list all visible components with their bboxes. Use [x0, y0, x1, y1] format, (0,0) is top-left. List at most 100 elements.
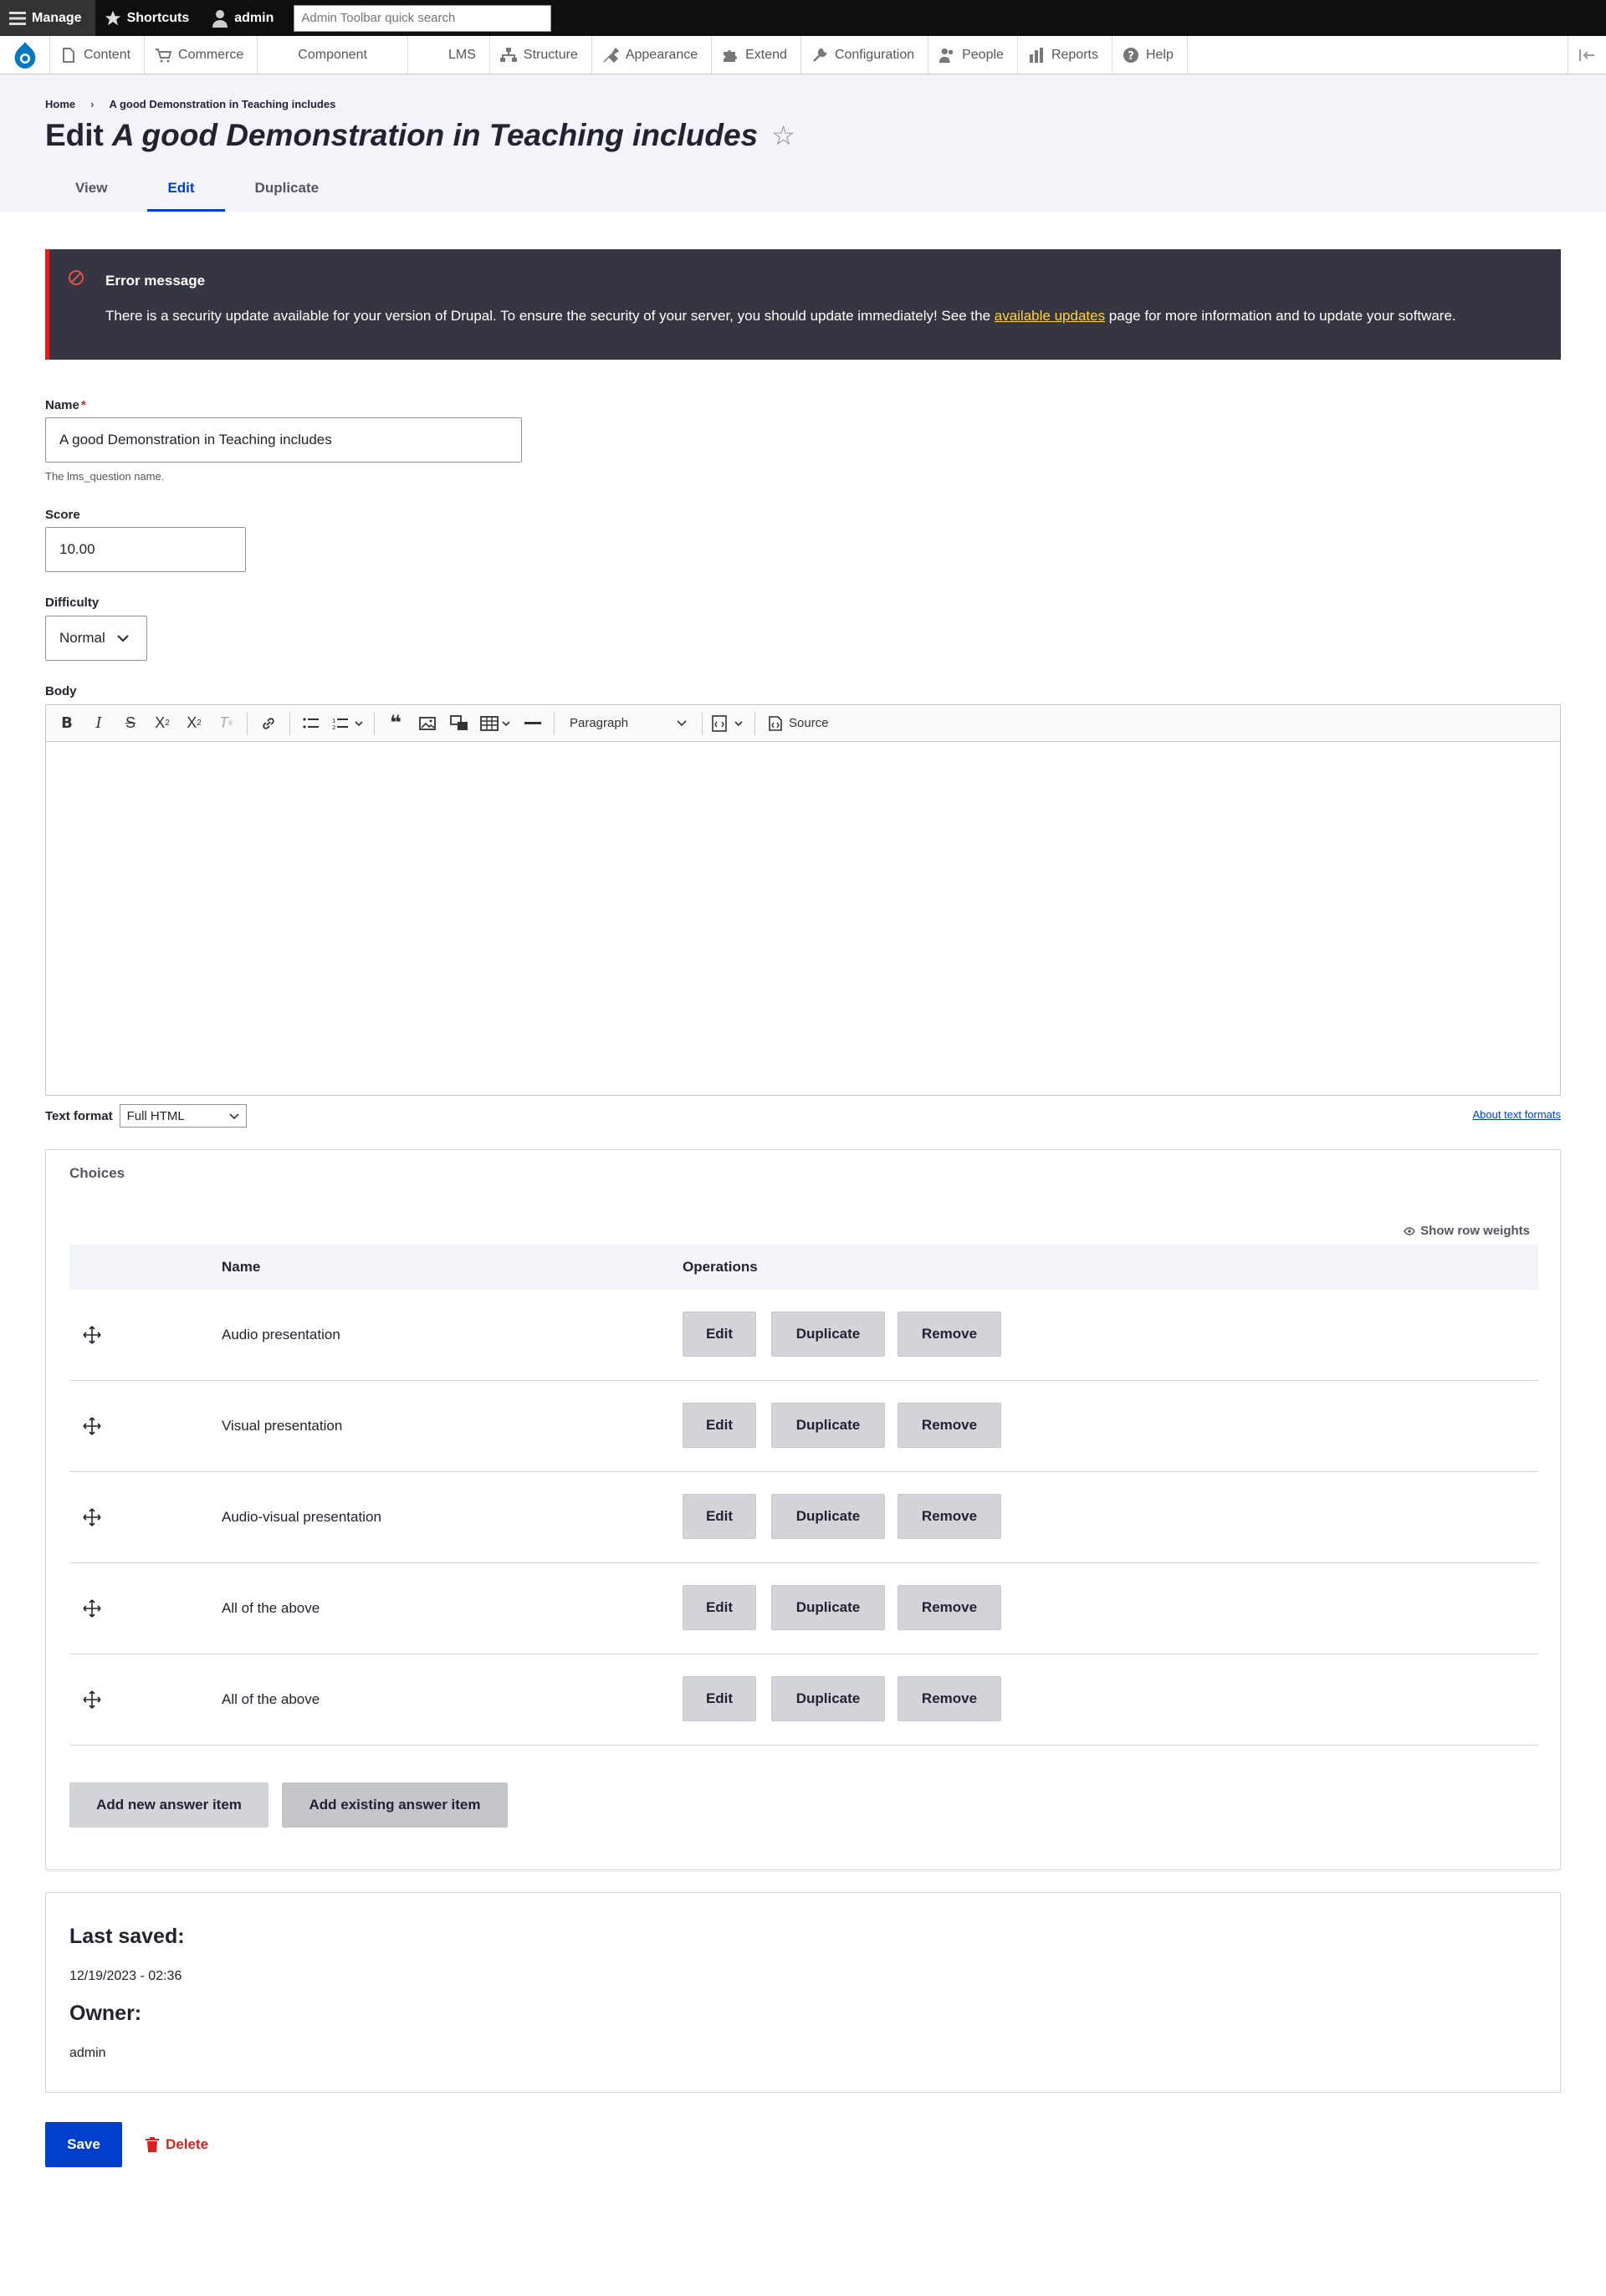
table-row: All of the above Edit Duplicate Remove [69, 1654, 1538, 1746]
remove-button[interactable]: Remove [898, 1312, 1001, 1357]
drag-handle-icon[interactable] [83, 1326, 101, 1344]
menu-item-appearance[interactable]: Appearance [592, 36, 713, 74]
difficulty-label: Difficulty [45, 596, 100, 610]
eye-icon [1404, 1226, 1416, 1235]
media-icon[interactable] [445, 710, 473, 737]
show-row-weights-label: Show row weights [1420, 1224, 1530, 1238]
save-button[interactable]: Save [45, 2122, 122, 2167]
puzzle-icon [722, 47, 739, 64]
text-format-select[interactable]: Full HTML [119, 1104, 247, 1128]
error-text-before: There is a security update available for… [105, 308, 995, 324]
text-format-row: Text format Full HTML [45, 1104, 247, 1128]
drag-handle-icon[interactable] [83, 1599, 101, 1618]
italic-icon[interactable]: I [84, 710, 113, 737]
remove-button[interactable]: Remove [898, 1403, 1001, 1448]
drag-handle-icon[interactable] [83, 1417, 101, 1435]
menu-item-label: Appearance [625, 47, 698, 62]
menu-item-reports[interactable]: Reports [1018, 36, 1112, 74]
blockquote-icon[interactable]: ❝ [381, 710, 410, 737]
drag-handle-icon[interactable] [83, 1508, 101, 1526]
remove-format-icon[interactable]: Tx [212, 710, 240, 737]
image-icon[interactable] [413, 710, 442, 737]
hamburger-icon [8, 9, 27, 28]
add-new-answer-item-button[interactable]: Add new answer item [69, 1782, 269, 1828]
tab-view[interactable]: View [45, 165, 137, 212]
link-icon[interactable] [254, 710, 283, 737]
paragraph-format-select[interactable]: Paragraph [561, 710, 695, 737]
last-saved-value: 12/19/2023 - 02:36 [69, 1969, 182, 1983]
breadcrumb-home[interactable]: Home [45, 98, 75, 110]
column-header-operations: Operations [683, 1259, 758, 1275]
help-icon: ? [1123, 47, 1139, 64]
shortcuts-button[interactable]: Shortcuts [95, 0, 203, 36]
user-button[interactable]: admin [202, 0, 287, 36]
last-saved-heading: Last saved: [69, 1925, 185, 1948]
menu-item-help[interactable]: ? Help [1112, 36, 1188, 74]
duplicate-button[interactable]: Duplicate [771, 1494, 885, 1539]
menu-item-lms[interactable]: LMS [408, 36, 490, 74]
horizontal-line-icon[interactable] [519, 710, 547, 737]
numbered-list-icon[interactable]: 12 [329, 710, 367, 737]
tab-edit[interactable]: Edit [137, 165, 225, 212]
bulleted-list-icon[interactable] [297, 710, 325, 737]
body-label: Body [45, 684, 77, 698]
svg-text:2: 2 [332, 724, 335, 730]
show-row-weights-button[interactable]: Show row weights [1404, 1224, 1530, 1238]
available-updates-link[interactable]: available updates [995, 308, 1105, 324]
superscript-icon[interactable]: X2 [148, 710, 176, 737]
duplicate-button[interactable]: Duplicate [771, 1403, 885, 1448]
name-input[interactable]: A good Demonstration in Teaching include… [45, 417, 522, 463]
collapse-toolbar-icon[interactable] [1568, 36, 1606, 74]
source-button[interactable]: Source [762, 715, 834, 732]
chevron-down-icon [677, 716, 687, 730]
menu-item-content[interactable]: Content [50, 36, 146, 74]
menu-item-structure[interactable]: Structure [490, 36, 592, 74]
tabs: View Edit Duplicate [45, 165, 349, 212]
source-label: Source [789, 716, 829, 730]
table-row: All of the above Edit Duplicate Remove [69, 1563, 1538, 1654]
duplicate-button[interactable]: Duplicate [771, 1312, 885, 1357]
breadcrumb-current[interactable]: A good Demonstration in Teaching include… [109, 98, 335, 110]
add-existing-answer-item-button[interactable]: Add existing answer item [282, 1782, 508, 1828]
document-icon [60, 47, 77, 64]
menu-item-extend[interactable]: Extend [712, 36, 801, 74]
about-text-formats-link[interactable]: About text formats [1473, 1108, 1562, 1121]
duplicate-button[interactable]: Duplicate [771, 1676, 885, 1721]
choices-panel: Choices Show row weights Name Operations… [45, 1149, 1561, 1870]
choice-name: Audio-visual presentation [222, 1509, 381, 1525]
menu-item-people[interactable]: People [928, 36, 1018, 74]
table-icon[interactable] [477, 710, 515, 737]
bold-icon[interactable]: B [53, 710, 81, 737]
menu-item-component[interactable]: Component [258, 36, 408, 74]
menu-item-configuration[interactable]: Configuration [801, 36, 929, 74]
star-icon[interactable]: ☆ [771, 120, 795, 151]
people-icon [939, 47, 955, 64]
drag-handle-icon[interactable] [83, 1690, 101, 1709]
subscript-icon[interactable]: X2 [180, 710, 208, 737]
menu-item-label: Commerce [178, 47, 244, 62]
remove-button[interactable]: Remove [898, 1585, 1001, 1630]
tab-duplicate[interactable]: Duplicate [225, 165, 350, 212]
admin-quick-search-input[interactable] [294, 4, 552, 32]
menu-item-label: Content [84, 47, 131, 62]
remove-button[interactable]: Remove [898, 1494, 1001, 1539]
score-input[interactable]: 10.00 [45, 527, 246, 572]
edit-button[interactable]: Edit [683, 1494, 756, 1539]
admin-toolbar: Manage Shortcuts admin [0, 0, 1606, 36]
edit-button[interactable]: Edit [683, 1312, 756, 1357]
remove-button[interactable]: Remove [898, 1676, 1001, 1721]
editor-content-area[interactable] [46, 742, 1560, 1095]
delete-link[interactable]: Delete [146, 2136, 208, 2153]
title-entity: A good Demonstration in Teaching include… [111, 118, 759, 152]
manage-button[interactable]: Manage [0, 0, 95, 36]
edit-button[interactable]: Edit [683, 1676, 756, 1721]
drupal-logo-icon[interactable] [0, 36, 50, 74]
duplicate-button[interactable]: Duplicate [771, 1585, 885, 1630]
menu-item-commerce[interactable]: Commerce [145, 36, 258, 74]
difficulty-select[interactable]: Normal [45, 616, 147, 661]
code-block-icon[interactable] [709, 710, 748, 737]
edit-button[interactable]: Edit [683, 1403, 756, 1448]
chevron-down-icon [117, 630, 129, 647]
edit-button[interactable]: Edit [683, 1585, 756, 1630]
strikethrough-icon[interactable]: S [116, 710, 145, 737]
